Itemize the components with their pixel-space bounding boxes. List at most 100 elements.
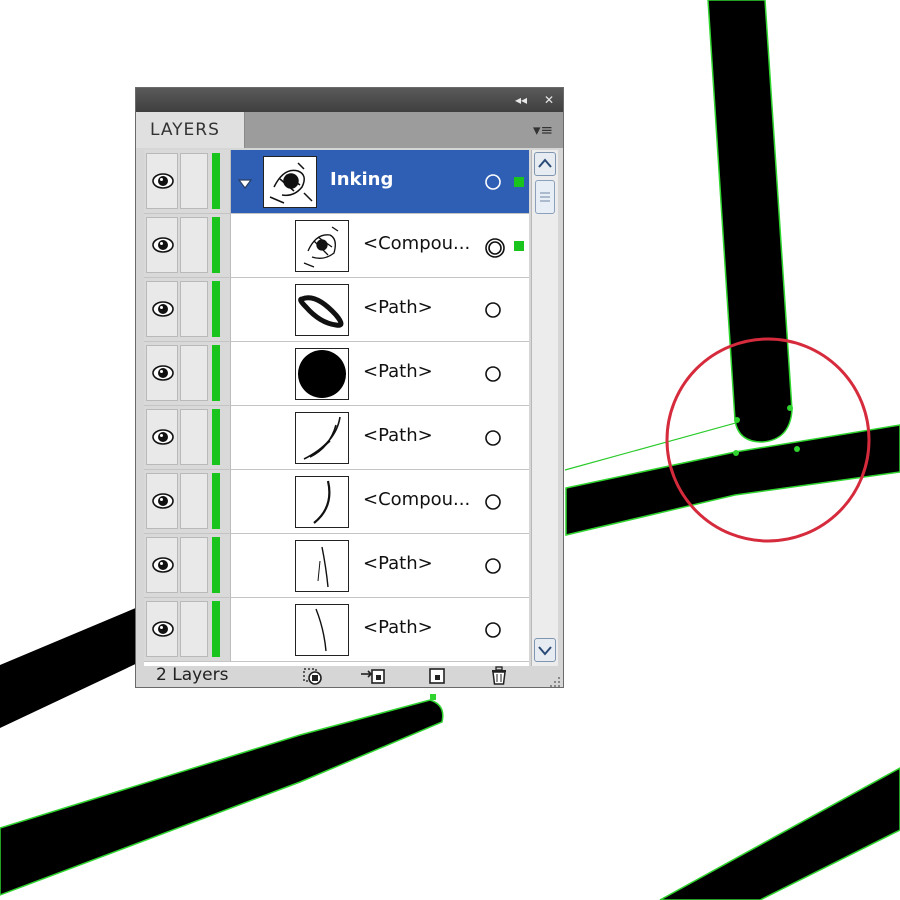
- lock-toggle[interactable]: [180, 281, 208, 337]
- close-icon[interactable]: ✕: [540, 92, 558, 108]
- selection-indicator: [514, 241, 524, 251]
- target-icon[interactable]: [484, 621, 502, 639]
- layer-color-bar: [212, 601, 220, 657]
- visibility-column: [144, 406, 231, 470]
- ink-stroke-vertical[interactable]: [707, 0, 793, 443]
- scroll-down-icon[interactable]: [534, 638, 556, 662]
- selection-indicator: [514, 177, 524, 187]
- layer-color-bar: [212, 345, 220, 401]
- scroll-thumb[interactable]: [535, 180, 555, 214]
- visibility-column: [144, 598, 231, 662]
- resize-grip-icon[interactable]: [549, 673, 561, 687]
- visibility-toggle[interactable]: [146, 281, 178, 337]
- visibility-column: [144, 278, 231, 342]
- eye-icon: [151, 362, 175, 384]
- target-icon[interactable]: [484, 365, 502, 383]
- layer-name[interactable]: <Path>: [363, 297, 433, 318]
- tab-layers[interactable]: LAYERS: [136, 112, 245, 148]
- visibility-toggle[interactable]: [146, 153, 178, 209]
- layer-row-selected[interactable]: Inking: [231, 150, 529, 214]
- visibility-toggle[interactable]: [146, 473, 178, 529]
- scrollbar[interactable]: [531, 150, 558, 666]
- lock-toggle[interactable]: [180, 217, 208, 273]
- layer-row[interactable]: <Path>: [144, 342, 529, 406]
- target-icon[interactable]: [484, 301, 502, 319]
- eye-icon: [151, 298, 175, 320]
- layer-row[interactable]: <Path>: [144, 406, 529, 470]
- visibility-column: [144, 342, 231, 406]
- layer-thumbnail: [295, 348, 349, 400]
- layer-thumbnail: [295, 220, 349, 272]
- trash-icon[interactable]: [487, 666, 511, 686]
- lock-toggle[interactable]: [180, 473, 208, 529]
- layer-name[interactable]: <Path>: [363, 425, 433, 446]
- ink-stroke-right[interactable]: [565, 424, 900, 536]
- visibility-column: [144, 470, 231, 534]
- layer-color-bar: [212, 217, 220, 273]
- target-icon[interactable]: [484, 429, 502, 447]
- layer-color-bar: [212, 473, 220, 529]
- layer-row[interactable]: <Path>: [144, 598, 529, 662]
- layer-row-content[interactable]: <Compou...: [231, 214, 529, 278]
- lock-toggle[interactable]: [180, 409, 208, 465]
- layer-name[interactable]: Inking: [330, 169, 393, 190]
- panel-titlebar[interactable]: ◂◂ ✕: [136, 88, 563, 112]
- layer-name[interactable]: <Compou...: [363, 233, 470, 254]
- layer-row-content[interactable]: <Path>: [231, 406, 529, 470]
- eye-icon: [151, 234, 175, 256]
- visibility-toggle[interactable]: [146, 601, 178, 657]
- visibility-toggle[interactable]: [146, 409, 178, 465]
- layer-thumbnail: [295, 476, 349, 528]
- ink-stroke-bottom[interactable]: [0, 699, 444, 896]
- lock-toggle[interactable]: [180, 345, 208, 401]
- tab-row: LAYERS ▾≡: [136, 112, 563, 148]
- lock-toggle[interactable]: [180, 153, 208, 209]
- layer-thumbnail: [295, 540, 349, 592]
- layer-count: 2 Layers: [156, 665, 229, 685]
- layer-row[interactable]: <Path>: [144, 278, 529, 342]
- panel-footer: 2 Layers: [136, 665, 563, 687]
- visibility-toggle[interactable]: [146, 345, 178, 401]
- layer-name[interactable]: <Compou...: [363, 489, 470, 510]
- new-layer-icon[interactable]: [426, 666, 450, 686]
- layer-color-bar: [212, 281, 220, 337]
- layer-row-content[interactable]: <Path>: [231, 342, 529, 406]
- eye-icon: [151, 426, 175, 448]
- lock-toggle[interactable]: [180, 601, 208, 657]
- panel-menu-icon[interactable]: ▾≡: [529, 120, 557, 140]
- expand-triangle-icon[interactable]: [237, 175, 253, 189]
- lock-toggle[interactable]: [180, 537, 208, 593]
- layer-row[interactable]: <Compou...: [144, 214, 529, 278]
- layer-name[interactable]: <Path>: [363, 617, 433, 638]
- visibility-column: [144, 150, 231, 214]
- layers-panel[interactable]: ◂◂ ✕ LAYERS ▾≡ Inking <Compou... <Path> <Pa…: [135, 87, 564, 688]
- layer-color-bar: [212, 537, 220, 593]
- layer-color-bar: [212, 409, 220, 465]
- collapse-icon[interactable]: ◂◂: [512, 92, 530, 108]
- layer-thumbnail: [295, 604, 349, 656]
- eye-icon: [151, 170, 175, 192]
- layer-row-content[interactable]: <Compou...: [231, 470, 529, 534]
- make-clipping-mask-icon[interactable]: [300, 666, 324, 686]
- create-sublayer-icon[interactable]: [360, 666, 385, 686]
- ink-stroke-bottom-right[interactable]: [659, 767, 900, 900]
- target-icon[interactable]: [484, 173, 502, 191]
- target-icon[interactable]: [484, 237, 505, 258]
- layer-row[interactable]: <Compou...: [144, 470, 529, 534]
- layer-row-content[interactable]: <Path>: [231, 278, 529, 342]
- layer-thumbnail: [295, 412, 349, 464]
- layer-row[interactable]: Inking: [144, 150, 529, 214]
- eye-icon: [151, 618, 175, 640]
- target-icon[interactable]: [484, 493, 502, 511]
- layer-row[interactable]: <Path>: [144, 534, 529, 598]
- layer-thumbnail: [295, 284, 349, 336]
- layer-color-bar: [212, 153, 220, 209]
- layer-name[interactable]: <Path>: [363, 361, 433, 382]
- visibility-toggle[interactable]: [146, 217, 178, 273]
- scroll-up-icon[interactable]: [534, 152, 556, 176]
- layer-row-content[interactable]: <Path>: [231, 534, 529, 598]
- target-icon[interactable]: [484, 557, 502, 575]
- layer-name[interactable]: <Path>: [363, 553, 433, 574]
- layer-row-content[interactable]: <Path>: [231, 598, 529, 662]
- visibility-toggle[interactable]: [146, 537, 178, 593]
